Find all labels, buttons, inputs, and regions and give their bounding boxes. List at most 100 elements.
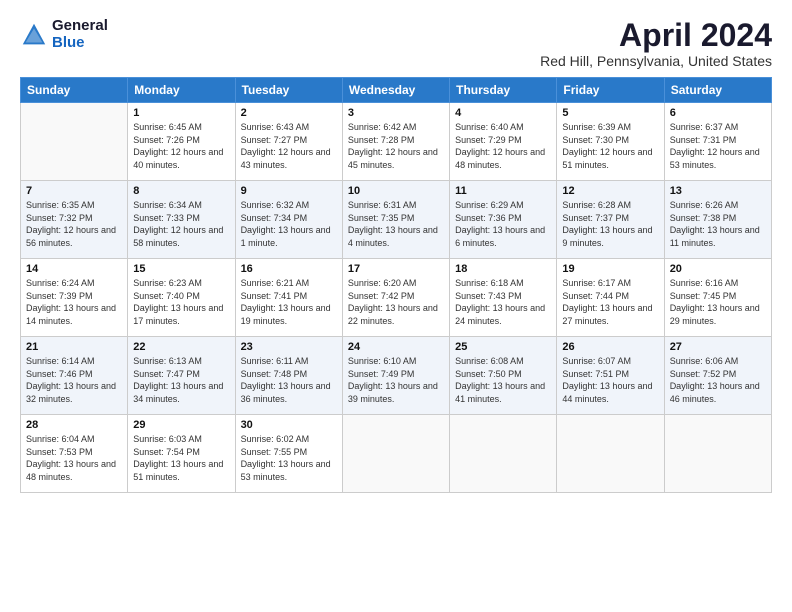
cell-info: Sunrise: 6:45 AMSunset: 7:26 PMDaylight:…	[133, 121, 229, 171]
cell-info: Sunrise: 6:31 AMSunset: 7:35 PMDaylight:…	[348, 199, 444, 249]
cell-info: Sunrise: 6:07 AMSunset: 7:51 PMDaylight:…	[562, 355, 658, 405]
cell-info: Sunrise: 6:04 AMSunset: 7:53 PMDaylight:…	[26, 433, 122, 483]
cell-date: 25	[455, 341, 551, 353]
calendar-cell: 26 Sunrise: 6:07 AMSunset: 7:51 PMDayligh…	[557, 337, 664, 415]
cell-date: 9	[241, 185, 337, 197]
cell-info: Sunrise: 6:26 AMSunset: 7:38 PMDaylight:…	[670, 199, 766, 249]
calendar-cell: 1 Sunrise: 6:45 AMSunset: 7:26 PMDaylight…	[128, 103, 235, 181]
cell-date: 28	[26, 419, 122, 431]
calendar-cell: 14Sunrise: 6:24 AMSunset: 7:39 PMDayligh…	[21, 259, 128, 337]
cell-info: Sunrise: 6:39 AMSunset: 7:30 PMDaylight:…	[562, 121, 658, 171]
cell-date: 27	[670, 341, 766, 353]
calendar-cell	[21, 103, 128, 181]
calendar-cell: 12 Sunrise: 6:28 AMSunset: 7:37 PMDayligh…	[557, 181, 664, 259]
cell-date: 11	[455, 185, 551, 197]
cell-info: Sunrise: 6:23 AMSunset: 7:40 PMDaylight:…	[133, 277, 229, 327]
calendar-table: Sunday Monday Tuesday Wednesday Thursday…	[20, 77, 772, 493]
calendar-cell: 10 Sunrise: 6:31 AMSunset: 7:35 PMDayligh…	[342, 181, 449, 259]
cell-info: Sunrise: 6:37 AMSunset: 7:31 PMDaylight:…	[670, 121, 766, 171]
cell-date: 20	[670, 263, 766, 275]
cell-info: Sunrise: 6:11 AMSunset: 7:48 PMDaylight:…	[241, 355, 337, 405]
logo-general: General	[52, 18, 108, 35]
location: Red Hill, Pennsylvania, United States	[540, 53, 772, 69]
calendar-cell: 23Sunrise: 6:11 AMSunset: 7:48 PMDayligh…	[235, 337, 342, 415]
cell-date: 13	[670, 185, 766, 197]
cell-date: 17	[348, 263, 444, 275]
cell-info: Sunrise: 6:34 AMSunset: 7:33 PMDaylight:…	[133, 199, 229, 249]
cell-info: Sunrise: 6:42 AMSunset: 7:28 PMDaylight:…	[348, 121, 444, 171]
calendar-cell: 18 Sunrise: 6:18 AMSunset: 7:43 PMDayligh…	[450, 259, 557, 337]
cell-info: Sunrise: 6:20 AMSunset: 7:42 PMDaylight:…	[348, 277, 444, 327]
calendar-cell	[557, 415, 664, 493]
cell-info: Sunrise: 6:28 AMSunset: 7:37 PMDaylight:…	[562, 199, 658, 249]
page: General Blue April 2024 Red Hill, Pennsy…	[0, 0, 792, 612]
cell-date: 10	[348, 185, 444, 197]
calendar-cell	[342, 415, 449, 493]
calendar-row-2: 7Sunrise: 6:35 AMSunset: 7:32 PMDaylight…	[21, 181, 772, 259]
cell-date: 1	[133, 107, 229, 119]
cell-date: 8	[133, 185, 229, 197]
col-saturday: Saturday	[664, 78, 771, 103]
calendar-cell	[664, 415, 771, 493]
cell-info: Sunrise: 6:35 AMSunset: 7:32 PMDaylight:…	[26, 199, 122, 249]
logo-blue: Blue	[52, 35, 108, 52]
cell-date: 15	[133, 263, 229, 275]
calendar-row-3: 14Sunrise: 6:24 AMSunset: 7:39 PMDayligh…	[21, 259, 772, 337]
calendar-cell: 24Sunrise: 6:10 AMSunset: 7:49 PMDayligh…	[342, 337, 449, 415]
cell-date: 18	[455, 263, 551, 275]
cell-info: Sunrise: 6:17 AMSunset: 7:44 PMDaylight:…	[562, 277, 658, 327]
col-tuesday: Tuesday	[235, 78, 342, 103]
calendar-cell: 22 Sunrise: 6:13 AMSunset: 7:47 PMDayligh…	[128, 337, 235, 415]
cell-date: 12	[562, 185, 658, 197]
cell-info: Sunrise: 6:02 AMSunset: 7:55 PMDaylight:…	[241, 433, 337, 483]
col-friday: Friday	[557, 78, 664, 103]
cell-date: 26	[562, 341, 658, 353]
cell-date: 16	[241, 263, 337, 275]
col-sunday: Sunday	[21, 78, 128, 103]
cell-date: 29	[133, 419, 229, 431]
logo-text: General Blue	[52, 18, 108, 51]
cell-info: Sunrise: 6:16 AMSunset: 7:45 PMDaylight:…	[670, 277, 766, 327]
cell-date: 5	[562, 107, 658, 119]
calendar-cell: 9 Sunrise: 6:32 AMSunset: 7:34 PMDaylight…	[235, 181, 342, 259]
calendar-cell: 29Sunrise: 6:03 AMSunset: 7:54 PMDayligh…	[128, 415, 235, 493]
calendar-cell: 7Sunrise: 6:35 AMSunset: 7:32 PMDaylight…	[21, 181, 128, 259]
calendar-cell	[450, 415, 557, 493]
calendar-cell: 5 Sunrise: 6:39 AMSunset: 7:30 PMDaylight…	[557, 103, 664, 181]
cell-info: Sunrise: 6:32 AMSunset: 7:34 PMDaylight:…	[241, 199, 337, 249]
cell-date: 3	[348, 107, 444, 119]
header-row: Sunday Monday Tuesday Wednesday Thursday…	[21, 78, 772, 103]
logo-icon	[20, 21, 48, 49]
cell-info: Sunrise: 6:08 AMSunset: 7:50 PMDaylight:…	[455, 355, 551, 405]
calendar-cell: 28 Sunrise: 6:04 AMSunset: 7:53 PMDayligh…	[21, 415, 128, 493]
cell-info: Sunrise: 6:43 AMSunset: 7:27 PMDaylight:…	[241, 121, 337, 171]
cell-info: Sunrise: 6:24 AMSunset: 7:39 PMDaylight:…	[26, 277, 122, 327]
col-thursday: Thursday	[450, 78, 557, 103]
month-title: April 2024	[540, 18, 772, 53]
cell-date: 6	[670, 107, 766, 119]
cell-date: 4	[455, 107, 551, 119]
calendar-cell: 15 Sunrise: 6:23 AMSunset: 7:40 PMDayligh…	[128, 259, 235, 337]
col-monday: Monday	[128, 78, 235, 103]
calendar-cell: 17 Sunrise: 6:20 AMSunset: 7:42 PMDayligh…	[342, 259, 449, 337]
logo: General Blue	[20, 18, 108, 51]
calendar-cell: 2 Sunrise: 6:43 AMSunset: 7:27 PMDaylight…	[235, 103, 342, 181]
calendar-cell: 30Sunrise: 6:02 AMSunset: 7:55 PMDayligh…	[235, 415, 342, 493]
calendar-row-5: 28 Sunrise: 6:04 AMSunset: 7:53 PMDayligh…	[21, 415, 772, 493]
cell-info: Sunrise: 6:06 AMSunset: 7:52 PMDaylight:…	[670, 355, 766, 405]
calendar-row-4: 21 Sunrise: 6:14 AMSunset: 7:46 PMDayligh…	[21, 337, 772, 415]
header: General Blue April 2024 Red Hill, Pennsy…	[20, 18, 772, 69]
cell-info: Sunrise: 6:10 AMSunset: 7:49 PMDaylight:…	[348, 355, 444, 405]
cell-info: Sunrise: 6:13 AMSunset: 7:47 PMDaylight:…	[133, 355, 229, 405]
cell-info: Sunrise: 6:14 AMSunset: 7:46 PMDaylight:…	[26, 355, 122, 405]
calendar-cell: 8 Sunrise: 6:34 AMSunset: 7:33 PMDaylight…	[128, 181, 235, 259]
cell-date: 22	[133, 341, 229, 353]
cell-date: 21	[26, 341, 122, 353]
calendar-cell: 4Sunrise: 6:40 AMSunset: 7:29 PMDaylight…	[450, 103, 557, 181]
calendar-header: Sunday Monday Tuesday Wednesday Thursday…	[21, 78, 772, 103]
title-area: April 2024 Red Hill, Pennsylvania, Unite…	[540, 18, 772, 69]
cell-info: Sunrise: 6:18 AMSunset: 7:43 PMDaylight:…	[455, 277, 551, 327]
cell-info: Sunrise: 6:21 AMSunset: 7:41 PMDaylight:…	[241, 277, 337, 327]
cell-date: 2	[241, 107, 337, 119]
calendar-cell: 16 Sunrise: 6:21 AMSunset: 7:41 PMDayligh…	[235, 259, 342, 337]
